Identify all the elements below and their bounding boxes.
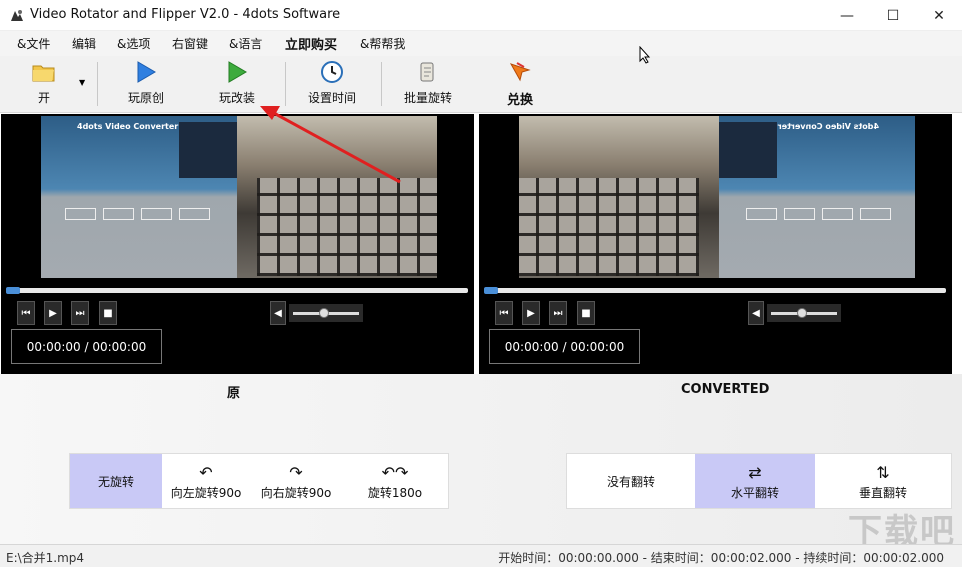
seek-thumb[interactable] [484,287,498,294]
converted-video-frame: 4dots Video Converter [519,116,915,278]
folder-icon [32,60,56,84]
menu-help[interactable]: &帮帮我 [360,35,405,52]
play-blue-icon [134,60,158,84]
rotate-right-button[interactable]: ↷ 向右旋转90o [250,454,342,508]
volume-slider[interactable] [767,304,841,322]
menu-buy-now[interactable]: 立即购买 [285,34,337,53]
skip-forward-icon[interactable]: ⏭ [71,301,89,325]
rotate-left-icon: ↶ [199,462,213,482]
convert-button[interactable]: 兑换 [500,60,540,110]
status-bar: E:\合并1.mp4 开始时间：00:00:00.000 - 结束时间：00:0… [0,544,962,567]
play-original-button[interactable]: 玩原创 [120,60,172,110]
play-green-icon [225,60,249,84]
rotate-none-button[interactable]: 无旋转 [70,454,162,508]
menu-context[interactable]: 右窗键 [172,35,208,52]
rotate-180-icon: ↶↷ [381,462,409,482]
maximize-button[interactable]: ☐ [870,0,916,31]
flip-vertical-label: 垂直翻转 [858,485,907,500]
play-original-label: 玩原创 [127,91,164,105]
menu-language[interactable]: &语言 [229,35,262,52]
volume-thumb[interactable] [319,308,329,318]
status-file-path: E:\合并1.mp4 [6,551,85,565]
app-icon [9,8,25,24]
window-title: Video Rotator and Flipper V2.0 - 4dots S… [30,7,341,22]
rotate-180-label: 旋转180o [367,485,423,500]
scroll-icon [416,60,440,84]
open-label: 开 [37,91,50,105]
menu-edit[interactable]: 编辑 [72,35,96,52]
flip-horizontal-button[interactable]: ⇄ 水平翻转 [695,454,815,508]
flip-none-label: 没有翻转 [606,474,655,489]
original-time-display: 00:00:00 / 00:00:00 [11,329,162,364]
title-bar: Video Rotator and Flipper V2.0 - 4dots S… [0,0,962,31]
volume-icon[interactable]: ◀ [270,301,286,325]
close-button[interactable]: ✕ [916,0,962,31]
rotate-left-button[interactable]: ↶ 向左旋转90o [162,454,250,508]
rotate-right-label: 向右旋转90o [260,485,332,500]
play-icon[interactable]: ▶ [522,301,540,325]
menu-options[interactable]: &选项 [117,35,150,52]
flip-horizontal-label: 水平翻转 [730,485,779,500]
batch-rotate-label: 批量旋转 [403,91,452,105]
original-caption: 原 [227,386,241,401]
play-icon[interactable]: ▶ [44,301,62,325]
convert-icon [508,60,532,84]
stop-icon[interactable]: ■ [99,301,117,325]
rotate-right-icon: ↷ [289,462,303,482]
original-seekbar[interactable] [6,287,468,294]
video-app-title: 4dots Video Converter [777,122,879,131]
converted-time-display: 00:00:00 / 00:00:00 [489,329,640,364]
flip-none-button[interactable]: 没有翻转 [567,454,695,508]
mouse-cursor-icon [639,45,651,67]
stop-icon[interactable]: ■ [577,301,595,325]
seek-thumb[interactable] [6,287,20,294]
rotation-group: 无旋转 ↶ 向左旋转90o ↷ 向右旋转90o ↶↷ 旋转180o [69,453,449,509]
toolbar-separator [97,62,98,106]
status-times: 开始时间：00:00:00.000 - 结束时间：00:00:02.000 - … [498,551,944,565]
flip-group: 没有翻转 ⇄ 水平翻转 ⇅ 垂直翻转 [566,453,952,509]
volume-icon[interactable]: ◀ [748,301,764,325]
menu-bar: &文件 编辑 &选项 右窗键 &语言 立即购买 &帮帮我 [0,31,962,56]
rotate-none-label: 无旋转 [97,474,134,489]
skip-forward-icon[interactable]: ⏭ [549,301,567,325]
rotate-left-label: 向左旋转90o [170,485,242,500]
volume-slider[interactable] [289,304,363,322]
converted-caption: CONVERTED [681,382,770,397]
clock-icon [320,60,344,84]
menu-file[interactable]: &文件 [17,35,50,52]
minimize-button[interactable]: — [824,0,870,31]
rotate-180-button[interactable]: ↶↷ 旋转180o [342,454,448,508]
open-dropdown-icon[interactable]: ▼ [79,78,85,87]
convert-label: 兑换 [506,93,533,108]
toolbar: 开 ▼ 玩原创 玩改装 设置时间 批量旋转 兑换 [0,56,962,113]
flip-vertical-icon: ⇅ [876,462,890,482]
flip-vertical-button[interactable]: ⇅ 垂直翻转 [815,454,951,508]
skip-back-icon[interactable]: ⏮ [17,301,35,325]
video-app-title: 4dots Video Converter [77,122,179,131]
flip-horizontal-icon: ⇄ [748,462,762,482]
volume-thumb[interactable] [797,308,807,318]
converted-player: 4dots Video Converter ⏮ ▶ ⏭ ■ ◀ 00:00:00… [479,114,952,374]
open-button[interactable]: 开 [28,60,60,110]
annotation-arrow [260,106,401,184]
skip-back-icon[interactable]: ⏮ [495,301,513,325]
converted-seekbar[interactable] [484,287,946,294]
